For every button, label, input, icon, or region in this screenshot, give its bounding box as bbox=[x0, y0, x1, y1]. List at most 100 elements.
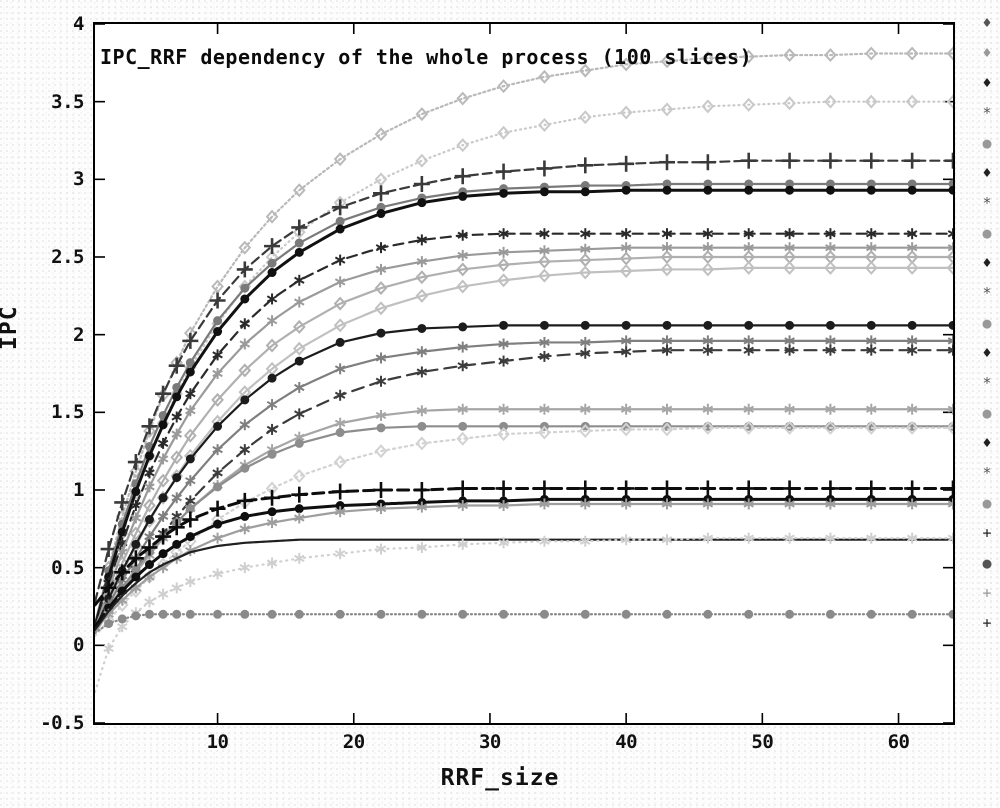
data-point-marker bbox=[291, 219, 308, 236]
data-point-marker bbox=[294, 356, 304, 366]
data-point-marker bbox=[240, 609, 250, 619]
data-point-marker bbox=[458, 609, 468, 619]
data-point-marker bbox=[947, 228, 953, 240]
data-point-marker bbox=[267, 609, 277, 619]
data-point-marker bbox=[703, 320, 713, 330]
legend-item: * bbox=[978, 368, 1000, 398]
data-point-marker bbox=[172, 609, 182, 619]
legend-marker-icon: ● bbox=[982, 554, 992, 572]
y-tick-label: 1 bbox=[73, 479, 84, 501]
data-point-marker bbox=[458, 322, 468, 332]
data-point-marker bbox=[781, 152, 798, 169]
data-point-marker bbox=[458, 421, 468, 431]
data-point-marker bbox=[131, 487, 141, 497]
data-point-marker bbox=[539, 187, 549, 197]
data-point-marker bbox=[144, 515, 154, 525]
data-point-marker bbox=[740, 152, 757, 169]
legend-marker-icon: ♦ bbox=[982, 434, 992, 452]
legend-item: ● bbox=[978, 398, 1000, 428]
data-point-marker bbox=[577, 480, 594, 497]
legend-item: ♦ bbox=[978, 248, 1000, 278]
x-tick-label: 10 bbox=[206, 731, 229, 753]
data-point-marker bbox=[699, 480, 716, 497]
data-point-marker bbox=[158, 420, 168, 430]
series-line bbox=[95, 324, 953, 631]
data-point-marker bbox=[185, 609, 195, 619]
data-point-marker bbox=[334, 548, 346, 560]
data-point-marker bbox=[335, 216, 345, 226]
data-point-marker bbox=[185, 367, 195, 377]
data-point-marker bbox=[417, 421, 427, 431]
data-point-marker bbox=[213, 421, 223, 431]
legend-marker-icon: ♦ bbox=[982, 254, 992, 272]
data-point-marker bbox=[499, 188, 509, 198]
data-point-marker bbox=[172, 392, 182, 402]
data-point-marker bbox=[743, 532, 754, 544]
data-point-marker bbox=[536, 160, 553, 177]
data-point-marker bbox=[948, 320, 953, 330]
data-point-marker bbox=[659, 480, 675, 497]
y-tick-label: 1.5 bbox=[51, 401, 84, 424]
data-point-marker bbox=[294, 609, 304, 619]
data-point-marker bbox=[621, 609, 631, 619]
data-point-marker bbox=[172, 473, 182, 483]
data-point-marker bbox=[659, 154, 675, 171]
data-point-marker bbox=[209, 500, 226, 517]
legend-marker-icon: ● bbox=[982, 134, 992, 152]
data-point-marker bbox=[267, 268, 277, 278]
data-point-marker bbox=[539, 320, 549, 330]
data-point-marker bbox=[213, 327, 223, 337]
data-point-marker bbox=[744, 609, 754, 619]
legend-marker-icon: ♦ bbox=[982, 44, 992, 62]
data-point-marker bbox=[131, 611, 141, 621]
series-line bbox=[95, 339, 953, 631]
data-point-marker bbox=[454, 168, 471, 185]
data-point-marker bbox=[454, 480, 471, 497]
legend-marker-icon: ♦ bbox=[982, 164, 992, 182]
legend-item: ♦ bbox=[978, 428, 1000, 458]
chart-figure: IPC RRF_size -0.5 0 0.5 1 1.5 2 2.5 3 3.5 4 10 20 3… bbox=[0, 0, 1000, 808]
data-point-marker bbox=[495, 163, 512, 180]
data-point-marker bbox=[580, 535, 591, 547]
data-point-marker bbox=[662, 609, 672, 619]
data-point-marker bbox=[785, 320, 795, 330]
data-point-marker bbox=[335, 428, 345, 438]
data-point-marker bbox=[907, 320, 917, 330]
data-point-marker bbox=[213, 482, 223, 492]
data-point-marker bbox=[103, 642, 114, 654]
data-point-marker bbox=[291, 486, 308, 503]
series-line bbox=[95, 497, 953, 629]
legend-item: + bbox=[978, 608, 1000, 638]
data-point-marker bbox=[185, 454, 195, 464]
data-point-marker bbox=[294, 247, 304, 257]
data-point-marker bbox=[662, 320, 672, 330]
legend-item: ♦ bbox=[978, 38, 1000, 68]
y-tick-label: 2.5 bbox=[51, 246, 84, 268]
data-point-marker bbox=[499, 320, 509, 330]
x-axis-label: RRF_size bbox=[440, 765, 560, 791]
data-point-marker bbox=[822, 480, 839, 497]
data-point-marker bbox=[413, 175, 430, 192]
y-tick-label: 0 bbox=[73, 634, 84, 657]
data-point-marker bbox=[907, 609, 917, 619]
plot-area bbox=[93, 22, 955, 725]
data-point-marker bbox=[155, 385, 172, 402]
legend-marker-icon: * bbox=[982, 284, 992, 302]
legend-item: ● bbox=[978, 548, 1000, 578]
data-point-marker bbox=[267, 449, 277, 459]
data-point-marker bbox=[266, 399, 278, 411]
data-point-marker bbox=[266, 423, 278, 435]
data-point-marker bbox=[294, 381, 305, 393]
data-point-marker bbox=[117, 614, 127, 624]
y-tick-label: 2 bbox=[73, 323, 84, 346]
data-point-marker bbox=[294, 504, 304, 514]
legend-item: ♦ bbox=[978, 158, 1000, 188]
data-point-marker bbox=[822, 152, 839, 169]
legend-marker-icon: * bbox=[982, 194, 992, 212]
series-line bbox=[95, 182, 953, 625]
data-point-marker bbox=[825, 185, 835, 195]
data-point-marker bbox=[373, 482, 389, 498]
data-point-marker bbox=[294, 274, 305, 286]
data-point-marker bbox=[335, 224, 345, 234]
x-tick-label: 40 bbox=[615, 731, 638, 753]
